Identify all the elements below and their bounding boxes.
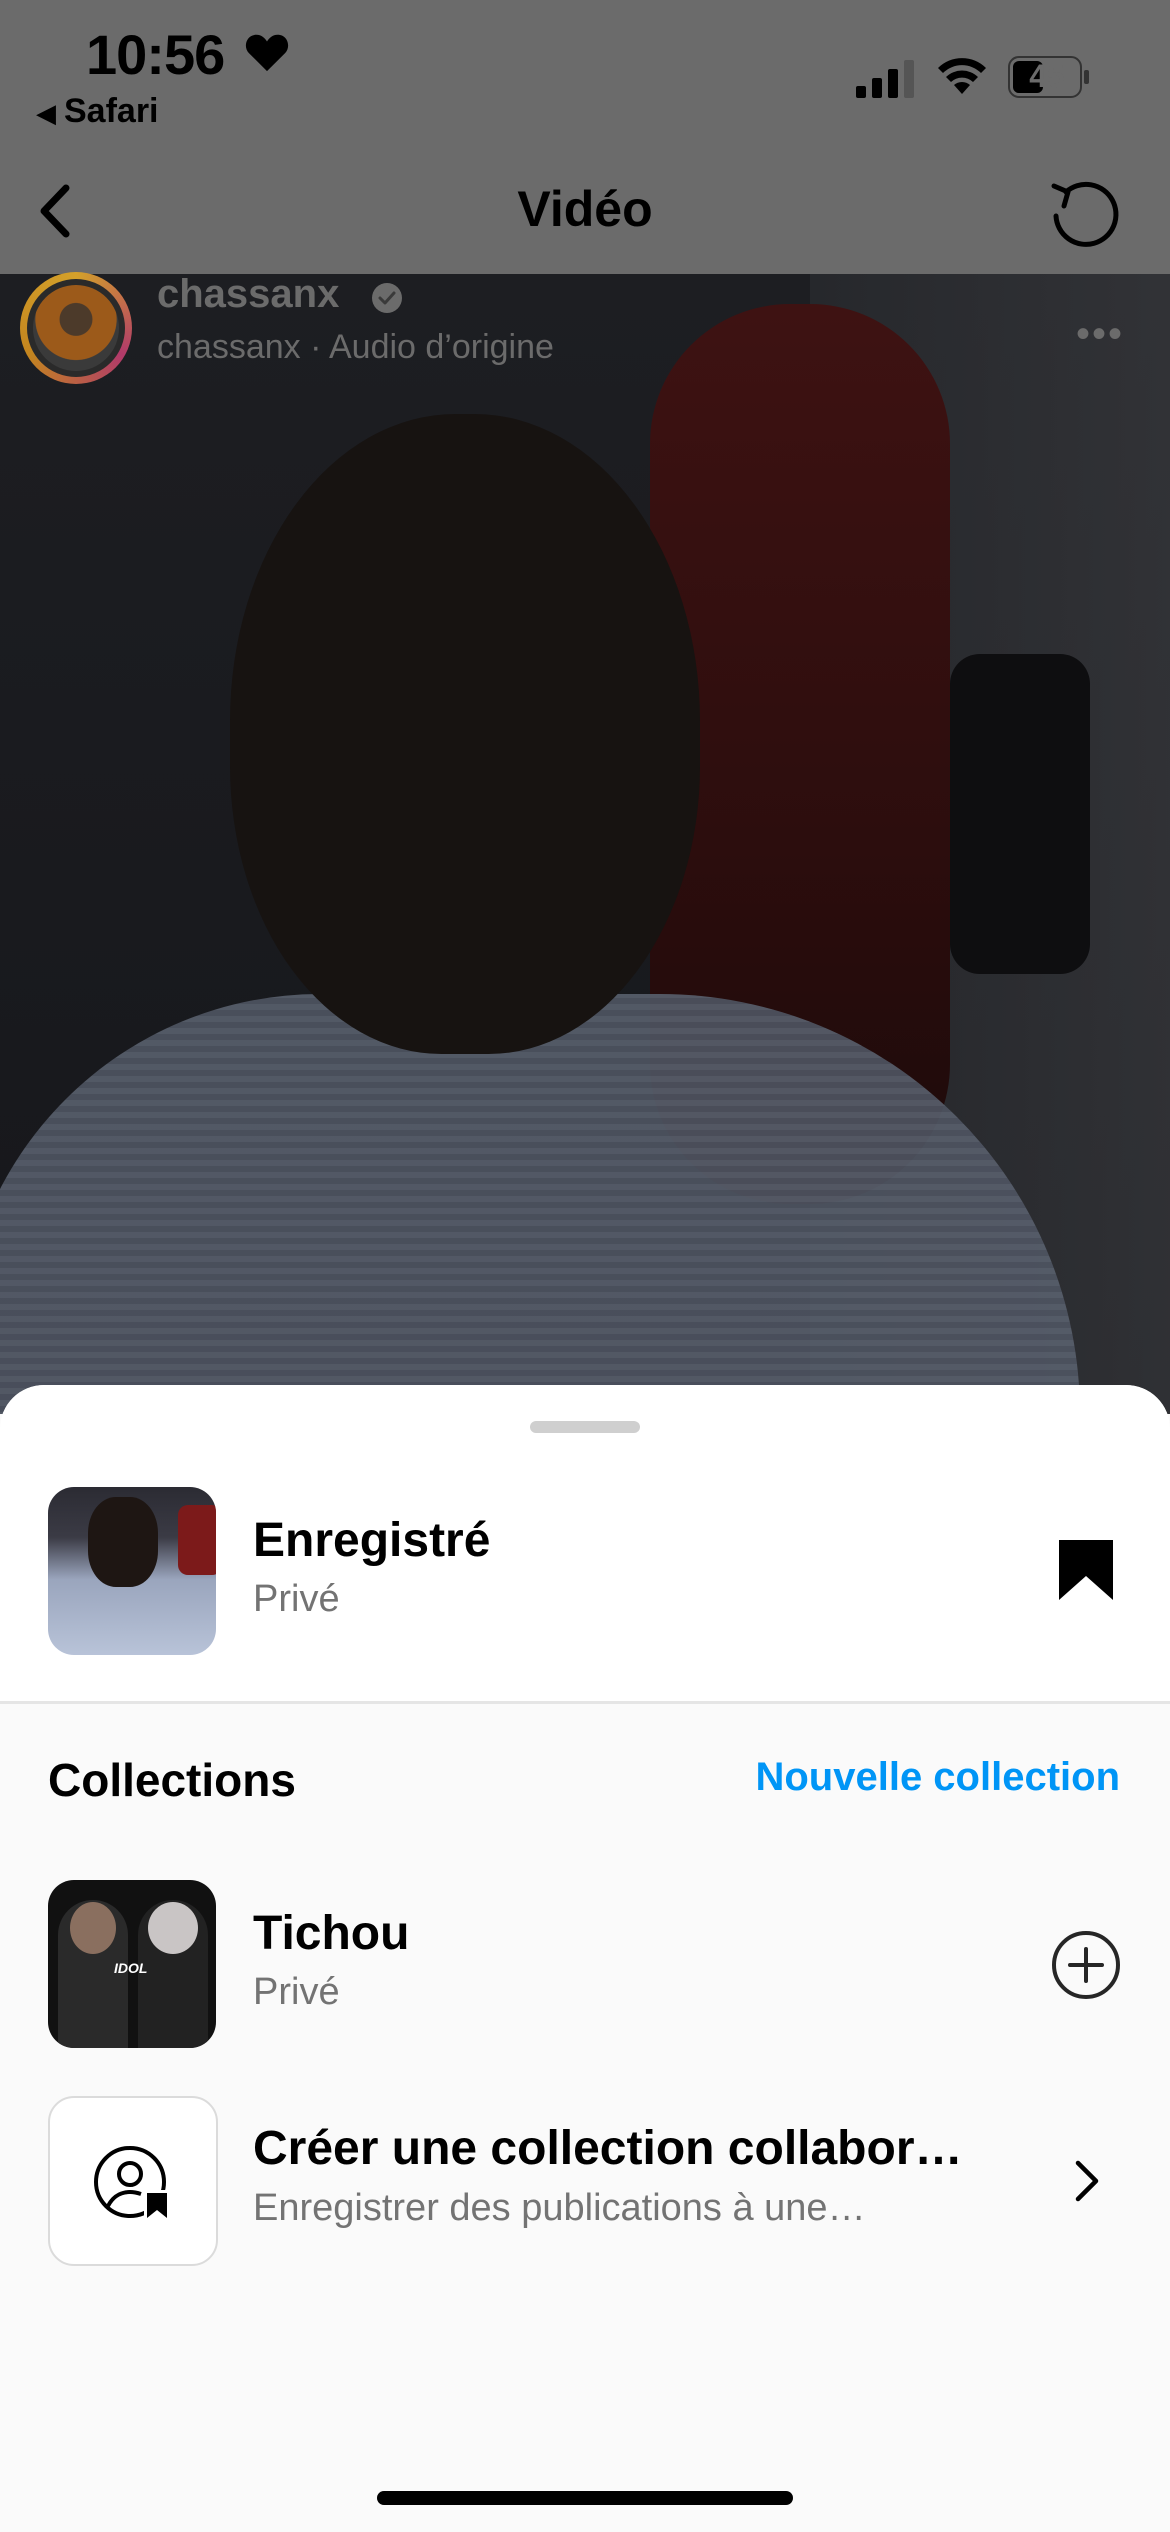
refresh-icon[interactable] bbox=[1044, 172, 1126, 254]
chevron-right-icon[interactable] bbox=[1066, 2155, 1108, 2207]
status-bar: 10:56 ◀ Safari 45 bbox=[0, 0, 1170, 150]
collab-collection-title[interactable]: Créer une collection collabor… bbox=[253, 2121, 963, 2176]
divider bbox=[0, 1701, 1170, 1704]
bookmark-filled-icon[interactable] bbox=[1056, 1537, 1116, 1603]
heart-icon bbox=[245, 34, 289, 72]
collection-title-tichou[interactable]: Tichou bbox=[253, 1906, 409, 1961]
clock: 10:56 bbox=[86, 23, 225, 86]
add-to-collection-plus-icon[interactable] bbox=[1050, 1929, 1122, 2001]
battery-level: 45 bbox=[1029, 58, 1065, 94]
more-options-icon[interactable]: ••• bbox=[1076, 312, 1124, 357]
home-indicator[interactable] bbox=[377, 2491, 793, 2505]
collab-user-bookmark-icon bbox=[94, 2146, 170, 2220]
nav-bar: Vidéo bbox=[0, 150, 1170, 274]
avatar bbox=[33, 285, 119, 371]
audio-info[interactable]: chassanx · Audio d’origine bbox=[157, 328, 554, 367]
save-bottom-sheet: Enregistré Privé Collections Nouvelle co… bbox=[0, 1385, 1170, 2532]
new-collection-button[interactable]: Nouvelle collection bbox=[755, 1755, 1120, 1800]
collection-privacy-tichou: Privé bbox=[253, 1971, 340, 2013]
cellular-signal-icon bbox=[856, 60, 914, 98]
saved-privacy: Privé bbox=[253, 1578, 340, 1620]
sheet-grabber[interactable] bbox=[530, 1421, 640, 1433]
wifi-icon bbox=[938, 58, 986, 94]
collab-collection-subtitle: Enregistrer des publications à une… bbox=[253, 2187, 866, 2229]
saved-title: Enregistré bbox=[253, 1514, 491, 1567]
collab-collection-tile[interactable] bbox=[48, 2096, 218, 2266]
back-app-label: Safari bbox=[64, 92, 159, 130]
verified-badge-icon bbox=[372, 283, 402, 313]
post-username[interactable]: chassanx bbox=[157, 272, 339, 317]
collection-thumbnail-tichou: IDOL bbox=[48, 1880, 216, 2048]
video-player[interactable] bbox=[0, 274, 1170, 1414]
saved-thumbnail bbox=[48, 1487, 216, 1655]
back-triangle-icon: ◀ bbox=[36, 98, 56, 128]
page-title: Vidéo bbox=[517, 181, 653, 237]
collections-heading: Collections bbox=[48, 1754, 296, 1806]
back-to-safari-link[interactable]: ◀ Safari bbox=[36, 92, 159, 131]
